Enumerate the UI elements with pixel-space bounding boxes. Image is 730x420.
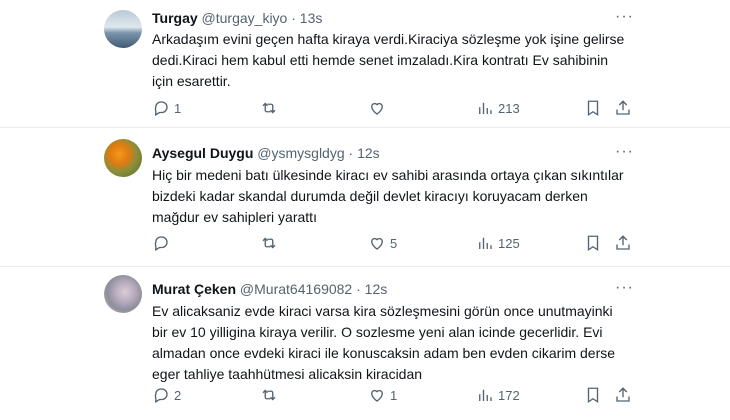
views-chart-icon — [479, 102, 492, 114]
bookmark-button[interactable] — [584, 97, 602, 119]
author-name[interactable]: Murat Çeken — [152, 281, 236, 297]
retweet-icon — [262, 237, 276, 249]
views-button[interactable]: 125 — [476, 232, 520, 254]
author-handle[interactable]: @ysmysgldyg — [257, 145, 344, 161]
share-icon — [616, 100, 630, 115]
timestamp[interactable]: 12s — [365, 281, 388, 297]
separator-dot: · — [291, 10, 296, 26]
share-icon — [616, 387, 630, 402]
view-count: 213 — [498, 100, 520, 116]
author-name[interactable]: Aysegul Duygu — [152, 145, 253, 161]
reply-count: 2 — [174, 387, 182, 403]
like-button[interactable]: 1 — [368, 384, 397, 406]
views-button[interactable]: 172 — [476, 384, 520, 406]
views-chart-icon — [479, 237, 492, 249]
bookmark-button[interactable] — [584, 384, 602, 406]
tweet-text: Hiç bir medeni batı ülkesinde kiracı ev … — [152, 167, 624, 225]
view-count: 172 — [498, 387, 520, 403]
avatar[interactable] — [104, 10, 142, 48]
tweet-text: Arkadaşım evini geçen hafta kiraya verdi… — [152, 31, 625, 89]
like-button[interactable] — [368, 97, 390, 119]
retweet-icon — [262, 389, 276, 401]
retweet-button[interactable] — [260, 232, 282, 254]
tweet-header: Aysegul Duygu @ysmysgldyg · 12s — [152, 145, 380, 161]
bookmark-button[interactable] — [584, 232, 602, 254]
timestamp[interactable]: 13s — [300, 10, 323, 26]
views-chart-icon — [479, 389, 492, 401]
more-options-icon[interactable]: ··· — [615, 8, 634, 26]
heart-icon — [371, 102, 383, 115]
share-button[interactable] — [614, 384, 632, 406]
more-options-icon[interactable]: ··· — [615, 143, 634, 161]
tweet-actions: 5 125 — [152, 232, 632, 254]
share-icon — [616, 235, 630, 250]
reply-button[interactable]: 2 — [152, 384, 181, 406]
like-button[interactable]: 5 — [368, 232, 397, 254]
tweet-actions: 2 1 172 — [152, 384, 632, 406]
heart-icon — [371, 237, 383, 250]
like-count: 5 — [390, 235, 398, 251]
tweet-header: Murat Çeken @Murat64169082 · 12s — [152, 281, 387, 297]
retweet-button[interactable] — [260, 97, 282, 119]
tweet-header: Turgay @turgay_kiyo · 13s — [152, 10, 322, 26]
reply-button[interactable]: 1 — [152, 97, 181, 119]
share-button[interactable] — [614, 97, 632, 119]
author-handle[interactable]: @turgay_kiyo — [202, 10, 288, 26]
separator-dot: · — [356, 281, 361, 297]
author-handle[interactable]: @Murat64169082 — [240, 281, 352, 297]
timestamp[interactable]: 12s — [357, 145, 380, 161]
share-button[interactable] — [614, 232, 632, 254]
like-count: 1 — [390, 387, 398, 403]
tweet-actions: 1 213 — [152, 97, 632, 119]
reply-count: 1 — [174, 100, 182, 116]
reply-icon — [154, 101, 168, 116]
bookmark-icon — [587, 387, 599, 404]
tweet-text: Ev alicaksaniz evde kiraci varsa kira sö… — [152, 303, 616, 382]
heart-icon — [371, 389, 383, 402]
more-options-icon[interactable]: ··· — [615, 279, 634, 297]
tweet-feed: Turgay @turgay_kiyo · 13s ··· Arkadaşım … — [0, 0, 730, 420]
author-name[interactable]: Turgay — [152, 10, 198, 26]
reply-button[interactable] — [152, 232, 174, 254]
avatar[interactable] — [104, 139, 142, 177]
bookmark-icon — [587, 235, 599, 252]
retweet-button[interactable] — [260, 384, 282, 406]
views-button[interactable]: 213 — [476, 97, 520, 119]
separator-dot: · — [348, 145, 354, 161]
view-count: 125 — [498, 235, 520, 251]
bookmark-icon — [587, 100, 599, 117]
reply-icon — [154, 236, 168, 251]
reply-icon — [154, 388, 168, 403]
avatar[interactable] — [104, 275, 142, 313]
retweet-icon — [262, 102, 276, 114]
